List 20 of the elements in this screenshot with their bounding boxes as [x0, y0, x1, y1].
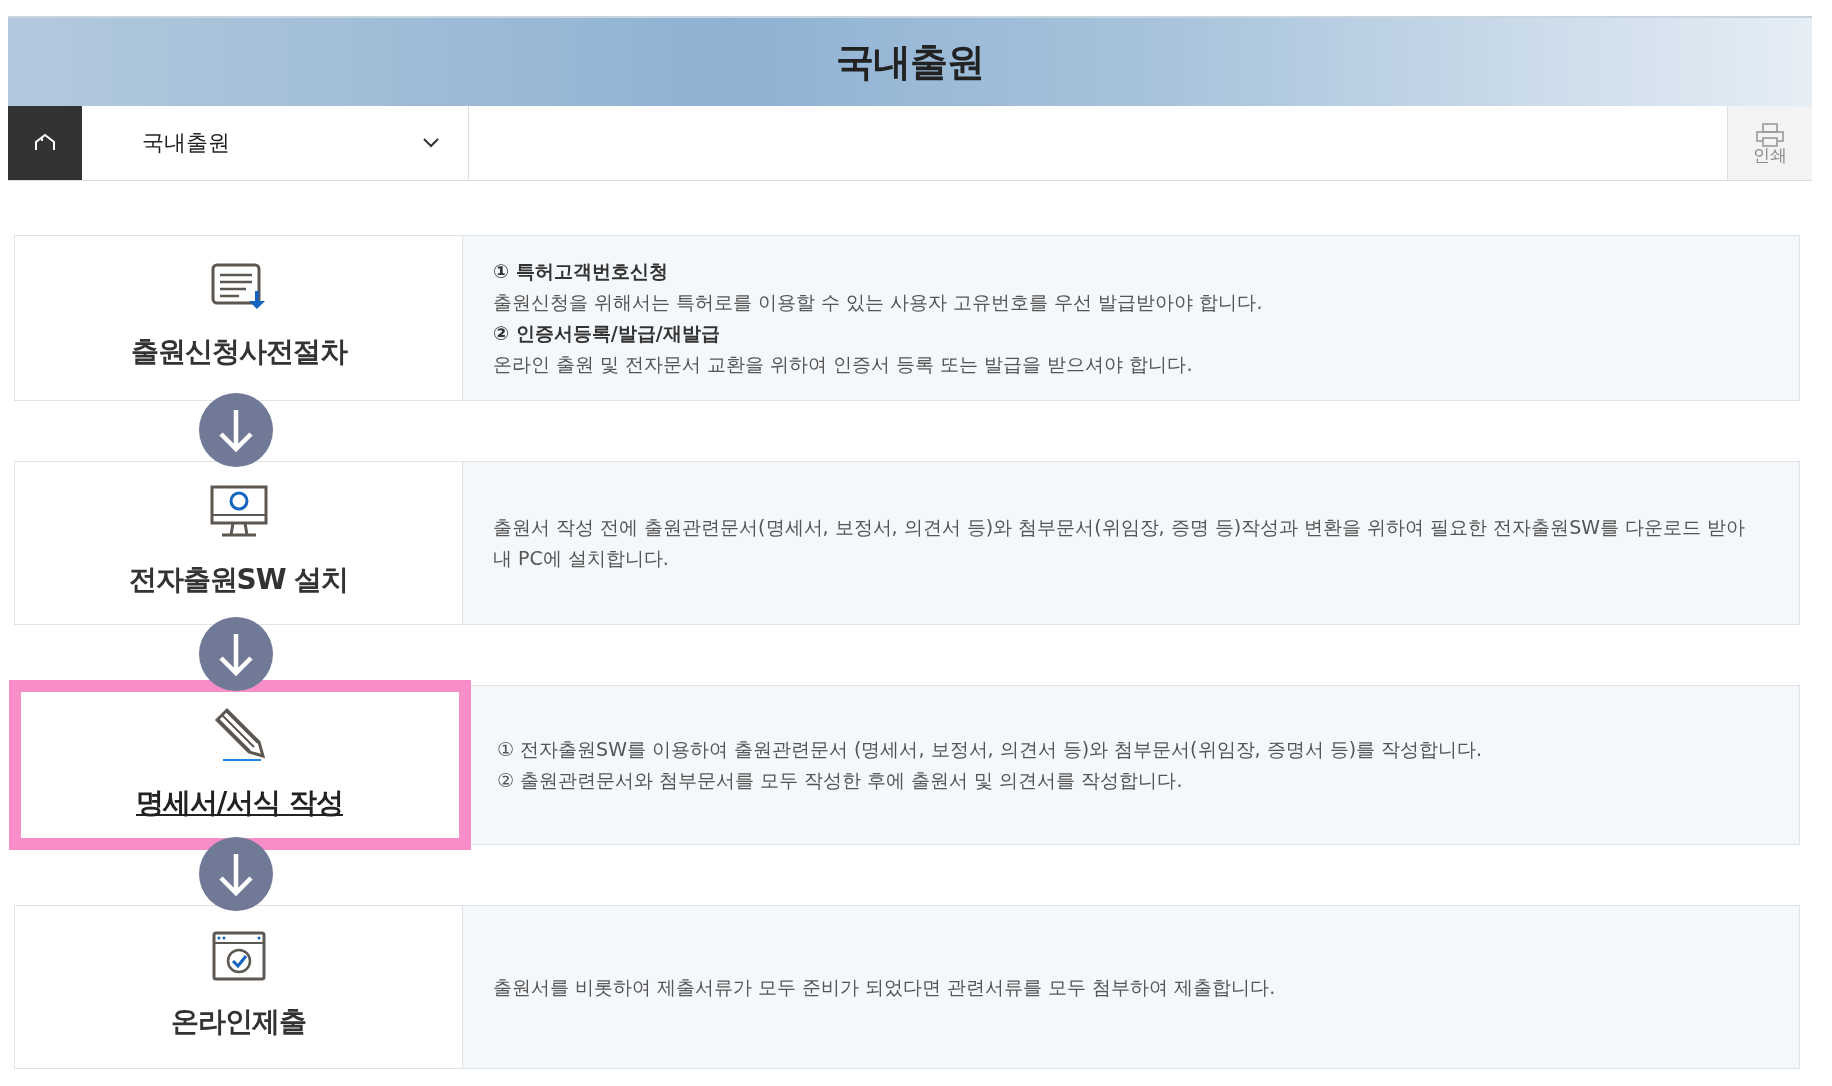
- document-download-icon: [210, 263, 267, 311]
- monitor-icon: [209, 485, 268, 539]
- step-description: 출원신청을 위해서는 특허로를 이용할 수 있는 사용자 고유번호를 우선 발급받아야 합니다.: [493, 290, 1264, 315]
- step-subheading: ② 인증서등록/발급/재발급: [493, 321, 721, 346]
- home-button[interactable]: [8, 106, 82, 180]
- step-description: 출원서 작성 전에 출원관련문서(명세서, 보정서, 의견서 등)와 첨부문서(위임장, 증명 등)작성과 변환을 위하여 필요한 전자출원SW를 다운로드 받아 내 PC에 설치합니다.: [493, 515, 1747, 571]
- browser-check-icon: [211, 931, 266, 981]
- step-title: 출원신청사전절차: [130, 334, 347, 370]
- step-subheading: ① 특허고객번호신청: [493, 259, 669, 284]
- step-title: 온라인제출: [171, 1004, 306, 1040]
- step-description: ② 출원관련문서와 첨부문서를 모두 작성한 후에 출원서 및 의견서를 작성합니다.: [497, 768, 1184, 793]
- printer-icon: [1755, 122, 1785, 147]
- step-title: 명세서/서식 작성: [136, 785, 343, 821]
- page-title: 국내출원: [836, 38, 984, 86]
- step-description: 온라인 출원 및 전자문서 교환을 위하여 인증서 등록 또는 발급을 받으셔야 합니다.: [493, 352, 1194, 377]
- step-description: ① 전자출원SW를 이용하여 출원관련문서 (명세서, 보정서, 의견서 등)와 첨부문서(위임장, 증명서 등)를 작성합니다.: [497, 737, 1484, 762]
- pencil-icon: [212, 706, 267, 762]
- step-description: 출원서를 비롯하여 제출서류가 모두 준비가 되었다면 관련서류를 모두 첨부하여 제출합니다.: [493, 974, 1277, 1000]
- step-title: 전자출원SW 설치: [128, 562, 349, 598]
- chevron-down-icon: [422, 137, 440, 149]
